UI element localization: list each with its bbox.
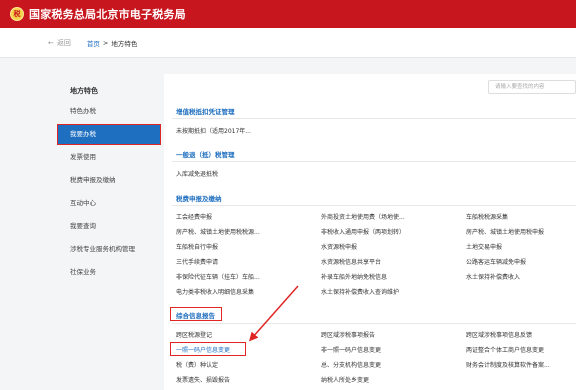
main-content: 请输入要查找的内容 增值税抵扣凭证管理 未按期抵扣（适用2017年... 一般退… (164, 74, 576, 390)
service-link[interactable]: 外商投资土地使用费（场地使... (321, 212, 405, 221)
section-title: 增值税抵扣凭证管理 (176, 108, 235, 116)
service-link[interactable]: 土地交易申报 (466, 242, 502, 251)
breadcrumb-separator: > (102, 38, 109, 47)
service-link[interactable]: 车船税自行申报 (176, 242, 218, 251)
service-link[interactable]: 税（费）种认定 (176, 360, 218, 369)
arrow-left-icon: ← (48, 38, 54, 47)
service-link[interactable]: 纳税人所处乡变更 (321, 375, 369, 384)
sidebar-heading: 地方特色 (70, 87, 98, 95)
service-link[interactable]: 三代手续费申请 (176, 257, 218, 266)
section-divider (172, 323, 576, 324)
service-link[interactable]: 入库减免退抵税 (176, 169, 218, 178)
service-link[interactable]: 房产税、城镇土地使用税申报 (466, 227, 544, 236)
table-row: 税（费）种认定 总、分支机构信息变更 财务会计制度及核算软件备案... (176, 360, 576, 369)
sidebar-item-query[interactable]: 我要查询 (58, 217, 160, 236)
sub-navigation: ← 返回 首页 > 地方特色 (0, 28, 576, 58)
sidebar-item-special[interactable]: 特色办税 (58, 102, 160, 121)
table-row: 房产税、城镇土地使用税税源... 非税收入通用申报（两项划转） 房产税、城镇土地… (176, 227, 576, 236)
service-link[interactable]: 总、分支机构信息变更 (321, 360, 381, 369)
sidebar: 地方特色 特色办税 我要办税 发票使用 税费申报及缴纳 互动中心 我要查询 涉税… (57, 80, 161, 286)
sidebar-item-agency[interactable]: 涉税专业服务机构管理 (58, 240, 160, 259)
service-link[interactable]: 跨区域涉税事项报告 (321, 330, 375, 339)
sidebar-item-social-security[interactable]: 社保业务 (58, 263, 160, 282)
service-link[interactable]: 未按期抵扣（适用2017年... (176, 126, 251, 135)
top-header-bar: 税 国家税务总局北京市电子税务局 (0, 0, 576, 28)
tax-emblem-icon: 税 (10, 7, 24, 21)
service-link[interactable]: 跨区域涉税事项信息反馈 (466, 330, 532, 339)
service-link[interactable]: 水资源税信息共享平台 (321, 257, 381, 266)
service-link[interactable]: 跨区税源登记 (176, 330, 212, 339)
breadcrumb: 首页 > 地方特色 (87, 38, 137, 48)
section-divider (172, 161, 576, 162)
table-row: 电力类非税收入明细信息采集 水土保持补偿费收入查询维护 (176, 287, 576, 296)
search-input[interactable]: 请输入要查找的内容 (488, 80, 576, 94)
breadcrumb-home[interactable]: 首页 (87, 38, 100, 48)
section-title: 税费申报及缴纳 (176, 195, 222, 203)
service-link[interactable]: 两证整合个体工商户信息变更 (466, 345, 544, 354)
table-row: 三代手续费申请 水资源税信息共享平台 公路客运车辆减免申报 (176, 257, 576, 266)
section-title: 一般退（抵）税管理 (176, 151, 235, 159)
section-divider (172, 118, 576, 119)
service-link[interactable]: 工会经费申报 (176, 212, 212, 221)
service-link[interactable]: 非税收入通用申报（两项划转） (321, 227, 405, 236)
service-link[interactable]: 房产税、城镇土地使用税税源... (176, 227, 260, 236)
table-row: 未按期抵扣（适用2017年... (176, 126, 576, 135)
section-title: 综合信息报告 (176, 312, 215, 320)
service-link[interactable]: 发票遗失、损毁报告 (176, 375, 230, 384)
table-row: 跨区税源登记 跨区域涉税事项报告 跨区域涉税事项信息反馈 (176, 330, 576, 339)
table-row: 工会经费申报 外商投资土地使用费（场地使... 车船税税源采集 (176, 212, 576, 221)
table-row: 发票遗失、损毁报告 纳税人所处乡变更 (176, 375, 576, 384)
service-link[interactable]: 水土保持补偿费收入 (466, 272, 520, 281)
sidebar-item-declaration[interactable]: 税费申报及缴纳 (58, 171, 160, 190)
service-link[interactable]: 车船税税源采集 (466, 212, 508, 221)
table-row: 车船税自行申报 水资源税申报 土地交易申报 (176, 242, 576, 251)
sidebar-item-interaction[interactable]: 互动中心 (58, 194, 160, 213)
service-link[interactable]: 水资源税申报 (321, 242, 357, 251)
service-link[interactable]: 电力类非税收入明细信息采集 (176, 287, 254, 296)
service-link[interactable]: 财务会计制度及核算软件备案... (466, 360, 550, 369)
back-button[interactable]: ← 返回 (48, 38, 71, 48)
service-link[interactable]: 水土保持补偿费收入查询维护 (321, 287, 399, 296)
service-link[interactable]: 公路客运车辆减免申报 (466, 257, 526, 266)
table-row: 非保险代征车辆（挂车）车船... 补录车船外地纳免税信息 水土保持补偿费收入 (176, 272, 576, 281)
table-row: 入库减免退抵税 (176, 169, 576, 178)
back-label: 返回 (56, 38, 71, 47)
breadcrumb-current: 地方特色 (111, 39, 138, 48)
service-link-selected[interactable]: 一照一码户信息变更 (176, 345, 230, 354)
section-divider (172, 205, 576, 206)
service-link[interactable]: 非保险代征车辆（挂车）车船... (176, 272, 260, 281)
site-title: 国家税务总局北京市电子税务局 (29, 8, 186, 21)
service-link[interactable]: 补录车船外地纳免税信息 (321, 272, 387, 281)
sidebar-item-invoice[interactable]: 发票使用 (58, 148, 160, 167)
table-row: 一照一码户信息变更 非一照一码户信息变更 两证整合个体工商户信息变更 (176, 345, 576, 354)
service-link[interactable]: 非一照一码户信息变更 (321, 345, 381, 354)
sidebar-item-tax-handling[interactable]: 我要办税 (57, 124, 161, 145)
